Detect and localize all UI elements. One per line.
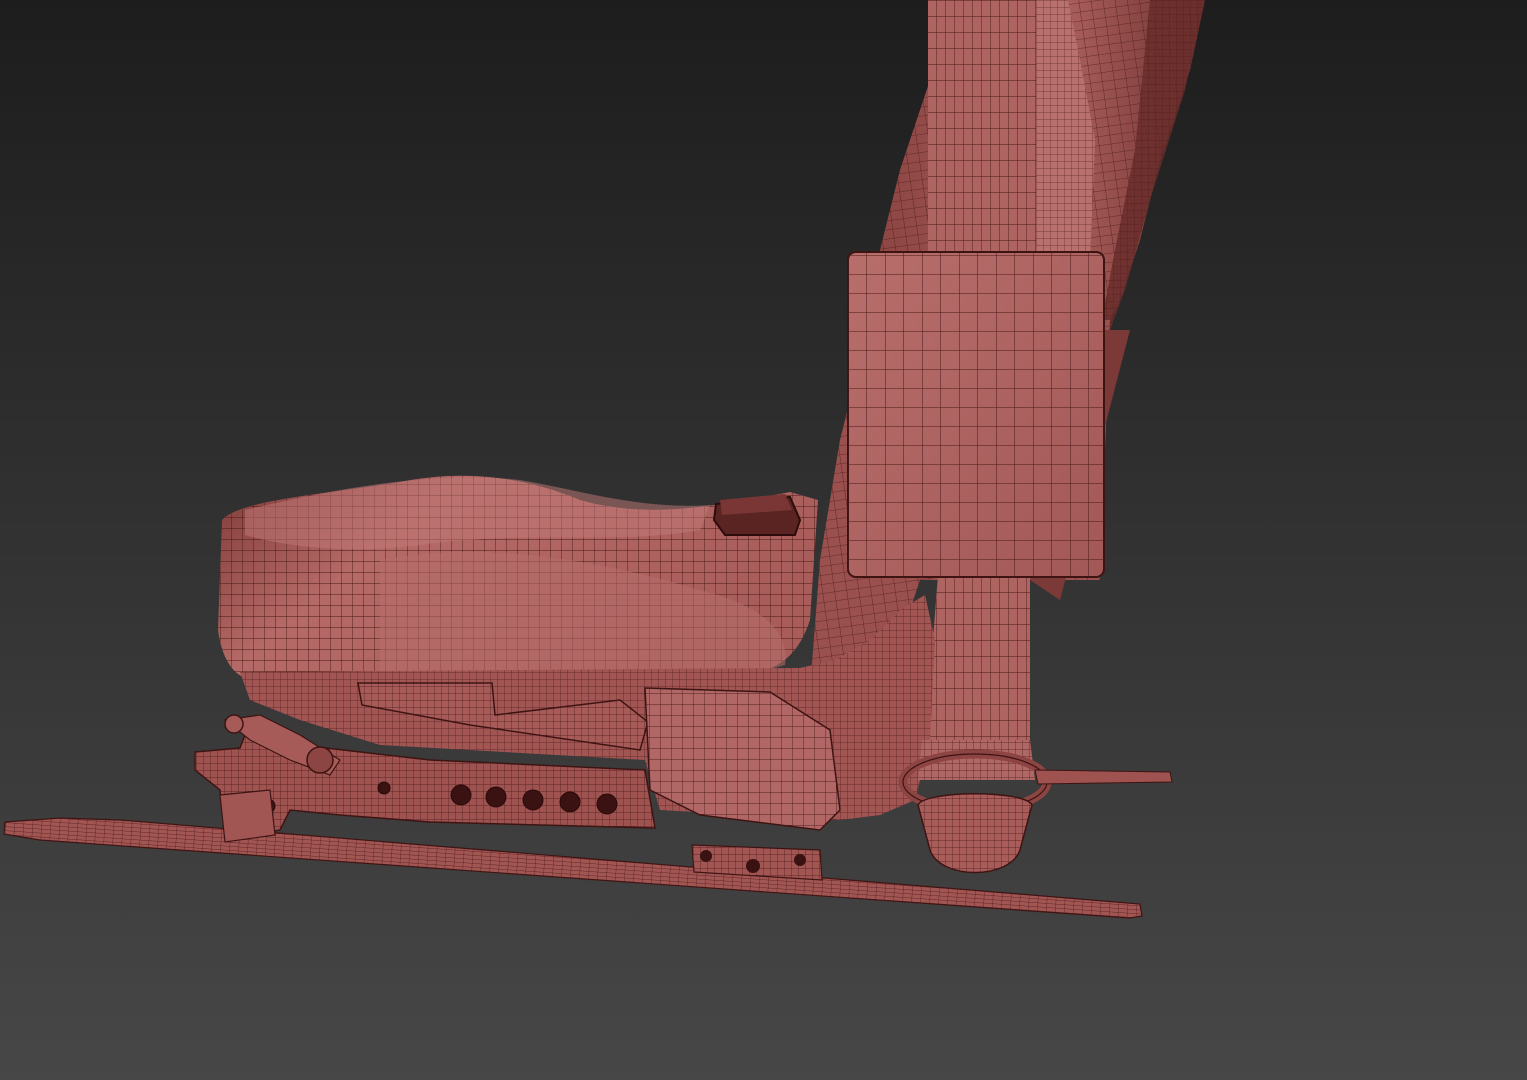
rail-rear-bracket bbox=[219, 789, 276, 843]
belt-shoulder-pad bbox=[847, 251, 1105, 578]
scene-render bbox=[0, 0, 1527, 1080]
seat-cushion bbox=[218, 475, 818, 681]
seat-rail-back bbox=[1034, 769, 1173, 785]
viewport[interactable] bbox=[0, 0, 1527, 1080]
